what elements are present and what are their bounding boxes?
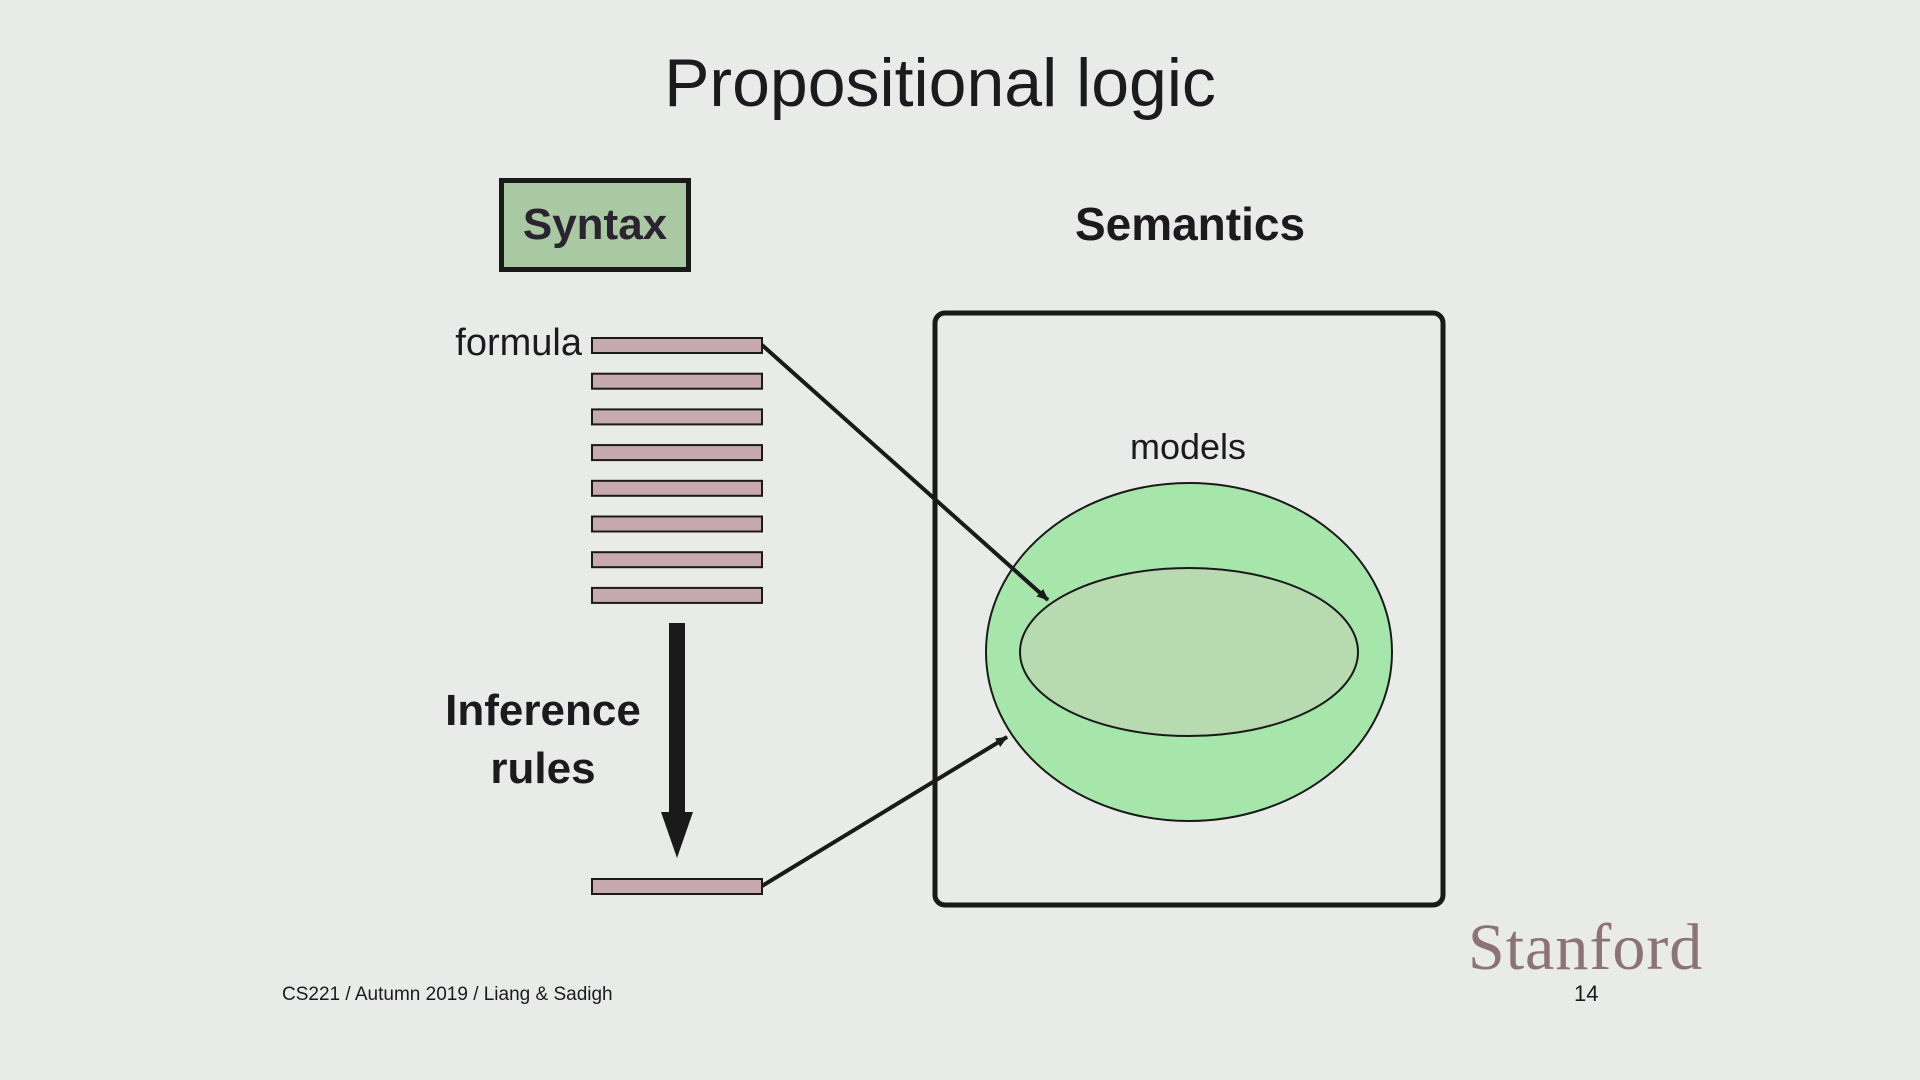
page-number: 14 [1574,981,1599,1006]
formula-bar [591,408,763,426]
formula-to-models-arrow [760,343,1050,602]
formula-bar [591,586,763,604]
formula-bar-stack [591,337,763,604]
inference-arrow [661,623,693,858]
formula-bar [591,551,763,569]
derived-formula-bar [591,878,763,895]
formula-bar [591,337,763,354]
formula-bar [591,444,763,462]
stanford-logo: Stanford [1468,911,1704,984]
derived-to-models-arrow [760,735,1009,888]
formula-bar [591,515,763,533]
formula-models-ellipse [1019,567,1359,737]
footer-credit: CS221 / Autumn 2019 / Liang & Sadigh [282,984,613,1005]
formula-bar [591,372,763,390]
formula-bar [591,479,763,497]
models-label: models [1129,426,1247,467]
